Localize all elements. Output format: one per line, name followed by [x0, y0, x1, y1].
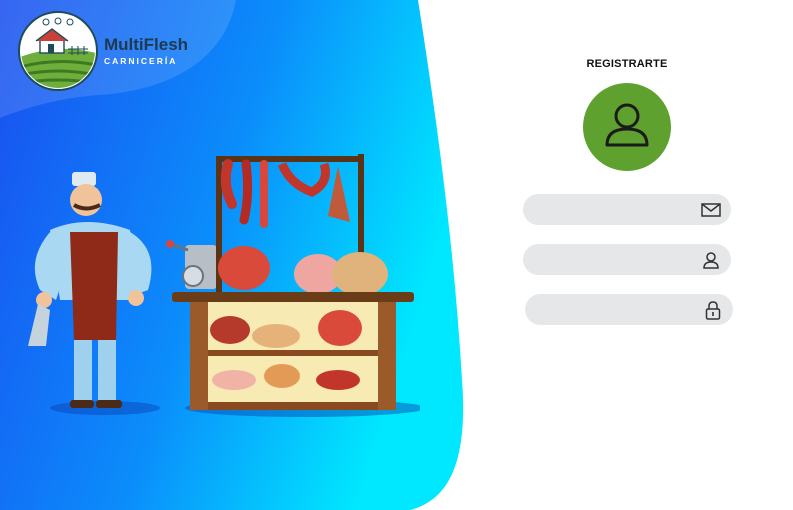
email-input[interactable] [537, 194, 701, 227]
form-title: REGISTRARTE [586, 58, 668, 70]
username-field[interactable] [523, 244, 731, 277]
password-input[interactable] [539, 294, 703, 327]
email-field[interactable] [523, 194, 731, 227]
envelope-icon [701, 200, 721, 220]
register-form: REGISTRARTE [500, 0, 760, 510]
brand-name: MultiFlesh [104, 35, 189, 54]
user-avatar-icon[interactable] [583, 83, 671, 171]
butcher-figure [28, 172, 152, 408]
butcher-illustration [28, 154, 420, 417]
user-icon [701, 250, 721, 270]
password-field[interactable] [525, 294, 733, 327]
username-input[interactable] [537, 244, 701, 277]
meat-grinder [166, 240, 217, 289]
brand-logo[interactable]: MultiFlesh CARNICERÍA [18, 10, 188, 92]
farm-logo-icon [18, 11, 98, 91]
lock-icon [703, 300, 723, 320]
brand-subtitle: CARNICERÍA [104, 56, 178, 66]
